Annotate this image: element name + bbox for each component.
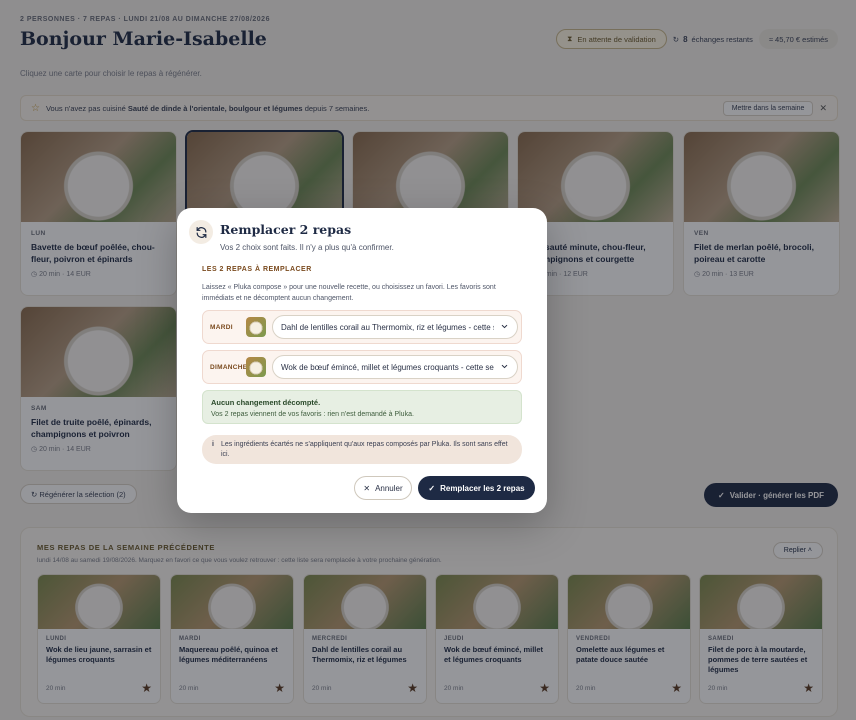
chevron-down-icon xyxy=(500,362,509,373)
cancel-button[interactable]: ✕ Annuler xyxy=(354,476,412,500)
meal-thumbnail xyxy=(246,357,266,377)
replacement-row-dimanche: DIMANCHE Wok de bœuf émincé, millet et l… xyxy=(202,350,522,384)
section-description: Laissez « Pluka compose » pour une nouve… xyxy=(202,284,496,302)
section-heading: LES 2 REPAS À REMPLACER xyxy=(202,266,312,273)
check-icon: ✓ xyxy=(428,483,436,493)
close-icon: ✕ xyxy=(363,483,371,493)
replacement-row-mardi: MARDI Dahl de lentilles corail au Thermo… xyxy=(202,310,522,344)
meal-select[interactable]: Wok de bœuf émincé, millet et légumes cr… xyxy=(272,355,518,379)
dialog-subtitle: Vos 2 choix sont faits. Il n'y a plus qu… xyxy=(220,243,394,252)
dialog-title: Remplacer 2 repas xyxy=(220,222,352,237)
day-label: MARDI xyxy=(210,323,233,331)
ingredients-info-notice: i Les ingrédients écartés ne s'appliquen… xyxy=(202,435,522,464)
info-icon: i xyxy=(212,441,214,448)
day-label: DIMANCHE xyxy=(210,363,248,371)
meal-select[interactable]: Dahl de lentilles corail au Thermomix, r… xyxy=(272,315,518,339)
refresh-icon xyxy=(189,220,213,244)
replace-meals-dialog: Remplacer 2 repas Vos 2 choix sont faits… xyxy=(177,208,547,513)
chevron-down-icon xyxy=(500,322,509,333)
no-change-counted-notice: Aucun changement décompté. Vos 2 repas v… xyxy=(202,390,522,424)
confirm-replace-button[interactable]: ✓ Remplacer les 2 repas xyxy=(418,476,535,500)
meal-thumbnail xyxy=(246,317,266,337)
